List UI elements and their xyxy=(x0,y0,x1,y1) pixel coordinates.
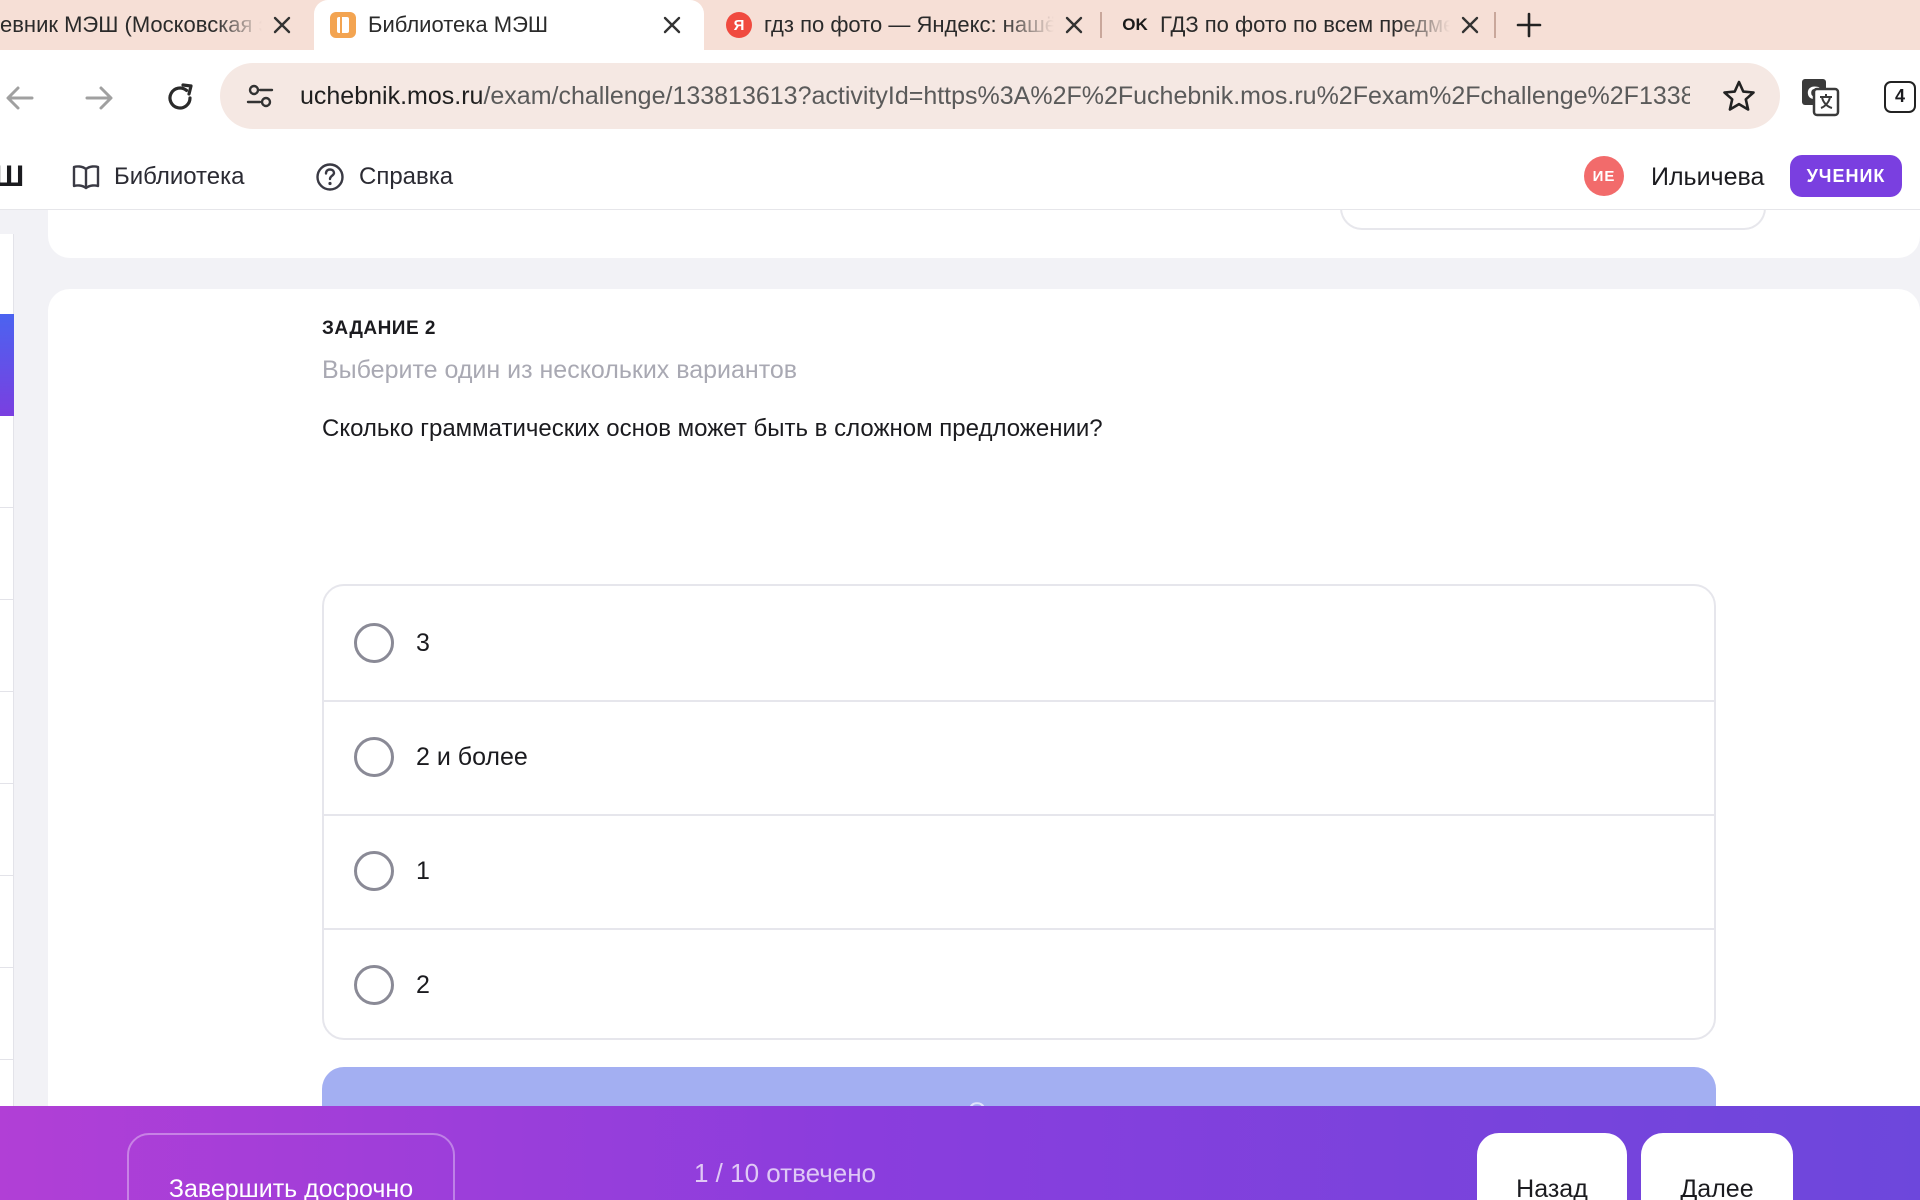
answer-option[interactable]: 2 и более xyxy=(324,700,1714,814)
address-bar[interactable]: uchebnik.mos.ru/exam/challenge/133813613… xyxy=(220,63,1780,129)
library-favicon-icon xyxy=(330,12,356,38)
next-button[interactable]: Далее xyxy=(1641,1133,1793,1200)
task-question: Сколько грамматических основ может быть … xyxy=(322,415,1103,442)
answer-option-label: 3 xyxy=(416,628,430,657)
rail-divider xyxy=(0,875,14,876)
radio-button[interactable] xyxy=(354,623,394,663)
tab-title: евник МЭШ (Московская э xyxy=(0,12,262,37)
answer-option-label: 2 и более xyxy=(416,742,528,771)
back-button[interactable]: Назад xyxy=(1477,1133,1627,1200)
browser-tab[interactable]: евник МЭШ (Московская э xyxy=(0,0,300,50)
rail-divider xyxy=(0,599,14,600)
tab-separator xyxy=(1100,12,1102,38)
tab-title: гдз по фото — Яндекс: нашёл xyxy=(764,12,1054,37)
task-number: ЗАДАНИЕ 2 xyxy=(322,318,436,339)
translate-icon[interactable]: G xyxy=(1800,77,1840,117)
browser-tab-strip: евник МЭШ (Московская э Библиотека МЭШ Я… xyxy=(0,0,1920,50)
nav-item-label: Справка xyxy=(359,163,454,190)
rail-divider xyxy=(0,967,14,968)
answer-option-label: 2 xyxy=(416,970,430,999)
plus-icon[interactable] xyxy=(1515,11,1543,39)
ok-favicon-icon: OK xyxy=(1122,15,1148,34)
rail-divider xyxy=(0,507,14,508)
forward-arrow-icon[interactable] xyxy=(83,82,115,114)
browser-tab[interactable]: OK ГДЗ по фото по всем предмет xyxy=(1108,0,1488,50)
answer-option-label: 1 xyxy=(416,856,430,885)
close-icon[interactable] xyxy=(1062,13,1086,37)
tab-separator xyxy=(1494,12,1496,38)
rail-divider xyxy=(0,783,14,784)
answered-progress: 1 / 10 отвечено xyxy=(694,1158,877,1188)
close-icon[interactable] xyxy=(1458,13,1482,37)
tab-title: ГДЗ по фото по всем предмет xyxy=(1160,12,1450,37)
current-task-marker xyxy=(0,314,14,416)
left-navigation-rail xyxy=(0,234,14,1110)
book-icon xyxy=(72,165,100,190)
option-divider xyxy=(324,928,1714,930)
nav-item-label: Библиотека xyxy=(114,163,245,190)
radio-button[interactable] xyxy=(354,737,394,777)
answer-option[interactable]: 3 xyxy=(324,586,1714,700)
nav-item-library[interactable]: Библиотека xyxy=(72,144,245,210)
task-instruction: Выберите один из нескольких вариантов xyxy=(322,356,798,384)
radio-button[interactable] xyxy=(354,965,394,1005)
site-header: Ш Библиотека Справка ИЕ Ильичева УЧЕНИК xyxy=(0,144,1920,210)
finish-early-button[interactable]: Завершить досрочно xyxy=(127,1133,455,1200)
url-path: /exam/challenge/133813613?activityId=htt… xyxy=(483,82,1690,110)
bookmark-star-icon[interactable] xyxy=(1722,80,1756,112)
browser-toolbar: uchebnik.mos.ru/exam/challenge/133813613… xyxy=(0,50,1920,144)
site-settings-icon[interactable] xyxy=(246,83,274,109)
rail-divider xyxy=(0,691,14,692)
avatar[interactable]: ИЕ xyxy=(1584,156,1624,196)
yandex-favicon-icon: Я xyxy=(726,12,752,38)
browser-tab-active[interactable]: Библиотека МЭШ xyxy=(314,0,704,50)
back-arrow-icon[interactable] xyxy=(4,82,36,114)
site-logo[interactable]: Ш xyxy=(0,144,24,210)
url-text[interactable]: uchebnik.mos.ru/exam/challenge/133813613… xyxy=(300,63,1690,129)
profile-counter[interactable]: 4 xyxy=(1884,81,1916,113)
close-icon[interactable] xyxy=(270,13,294,37)
reload-icon[interactable] xyxy=(163,81,197,115)
close-icon[interactable] xyxy=(660,13,684,37)
role-badge: УЧЕНИК xyxy=(1790,155,1902,197)
tab-title: Библиотека МЭШ xyxy=(368,12,549,37)
browser-tab[interactable]: Я гдз по фото — Яндекс: нашёл xyxy=(712,0,1092,50)
answer-option[interactable]: 1 xyxy=(324,814,1714,928)
answer-option[interactable]: 2 xyxy=(324,928,1714,1038)
nav-item-help[interactable]: Справка xyxy=(315,144,453,210)
user-name[interactable]: Ильичева xyxy=(1651,144,1764,210)
help-circle-icon xyxy=(316,163,344,191)
option-divider xyxy=(324,814,1714,816)
url-host: uchebnik.mos.ru xyxy=(300,82,484,110)
answer-options: 3 2 и более 1 2 xyxy=(322,584,1716,1040)
test-bottom-bar: Завершить досрочно 1 / 10 отвечено Назад… xyxy=(0,1106,1920,1200)
option-divider xyxy=(324,700,1714,702)
radio-button[interactable] xyxy=(354,851,394,891)
rail-divider xyxy=(0,1059,14,1060)
